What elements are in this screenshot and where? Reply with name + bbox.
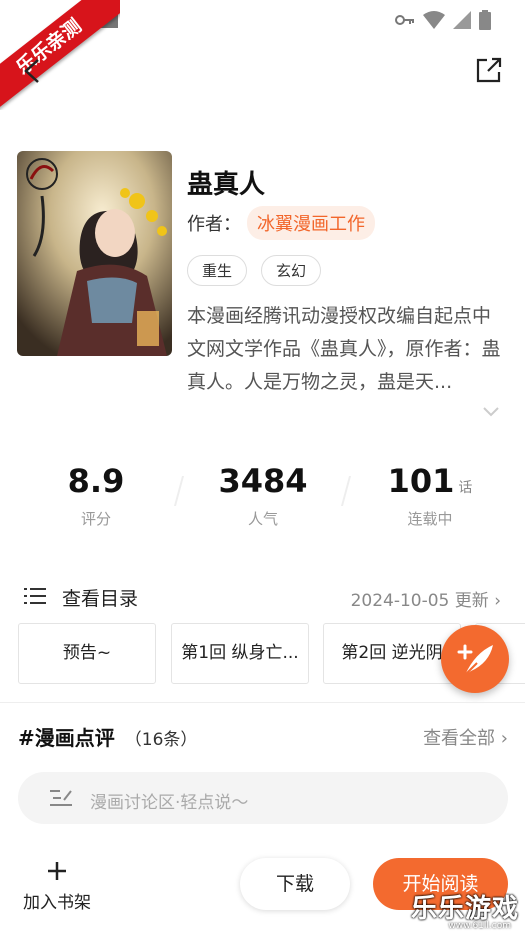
signal-icon <box>453 11 471 29</box>
review-count: （16条） <box>124 730 198 750</box>
update-date-text: 2024-10-05 更新 <box>350 591 489 611</box>
chevron-right-icon: › <box>494 591 501 611</box>
stat-label: 连载中 <box>407 510 453 528</box>
comment-placeholder: 漫画讨论区·轻点说～ <box>90 793 249 813</box>
review-header: #漫画点评 （16条） 查看全部 › <box>18 722 508 751</box>
author-chip[interactable]: 冰翼漫画工作 <box>247 206 375 240</box>
feather-plus-icon <box>457 644 493 678</box>
stat-chapters: 101 话 连载中 <box>360 462 500 529</box>
watermark-text: 乐乐游戏 <box>410 894 519 924</box>
stat-popularity: 3484 人气 <box>193 462 333 529</box>
tag-chip[interactable]: 玄幻 <box>261 255 322 286</box>
chapter-item[interactable]: 预告~ <box>18 623 156 684</box>
stats-row: 8.9 评分 3484 人气 101 话 连载中 <box>0 462 525 542</box>
back-arrow-icon[interactable] <box>20 58 46 84</box>
stat-value: 8.9 <box>67 462 125 500</box>
comic-description[interactable]: 本漫画经腾讯动漫授权改编自起点中文网文学作品《蛊真人》，原作者：蛊真人。人是万物… <box>187 300 505 399</box>
write-review-fab[interactable] <box>441 625 509 693</box>
corner-ribbon: 乐乐亲测 <box>0 0 120 110</box>
comic-title: 蛊真人 <box>187 170 266 200</box>
update-date[interactable]: 2024-10-05 更新 › <box>351 586 501 611</box>
status-icons <box>395 10 491 30</box>
share-icon[interactable] <box>475 56 503 84</box>
tag-chip[interactable]: 重生 <box>187 255 248 286</box>
view-all-text: 查看全部 <box>423 728 496 749</box>
site-watermark: 乐乐游戏 www.61ll.com <box>410 888 525 935</box>
comic-cover[interactable] <box>17 151 172 356</box>
section-divider <box>0 702 525 703</box>
catalog-row[interactable]: 查看目录 2024-10-05 更新 › <box>0 582 525 612</box>
edit-lines-icon <box>50 790 72 806</box>
stat-value: 101 <box>387 462 455 500</box>
plus-icon <box>48 862 66 880</box>
stat-label: 评分 <box>80 510 111 528</box>
chevron-down-icon[interactable] <box>483 406 499 418</box>
review-title: #漫画点评 <box>18 726 115 750</box>
chapter-item[interactable]: 第1回 纵身亡... <box>171 623 309 684</box>
author-label: 作者： <box>187 214 241 235</box>
stat-label: 人气 <box>247 510 278 528</box>
watermark-url: www.61ll.com <box>448 921 511 931</box>
list-icon <box>24 588 46 604</box>
chevron-right-icon: › <box>500 728 508 749</box>
add-to-shelf-button[interactable]: 加入书架 <box>18 860 96 913</box>
comment-input[interactable]: 漫画讨论区·轻点说～ <box>18 772 508 824</box>
key-icon <box>395 15 414 25</box>
view-all-link[interactable]: 查看全部 › <box>423 724 508 750</box>
shelf-label: 加入书架 <box>23 893 91 913</box>
wifi-icon <box>423 11 445 29</box>
download-button[interactable]: 下载 <box>240 858 350 910</box>
stat-unit: 话 <box>458 480 473 496</box>
ribbon-text: 乐乐亲测 <box>0 0 120 110</box>
catalog-label[interactable]: 查看目录 <box>62 584 138 611</box>
battery-icon <box>479 10 491 30</box>
stat-value: 3484 <box>218 462 308 500</box>
author-row: 作者： 冰翼漫画工作 <box>187 206 375 240</box>
stat-rating: 8.9 评分 <box>26 462 166 529</box>
tag-list: 重生 玄幻 <box>187 255 322 286</box>
